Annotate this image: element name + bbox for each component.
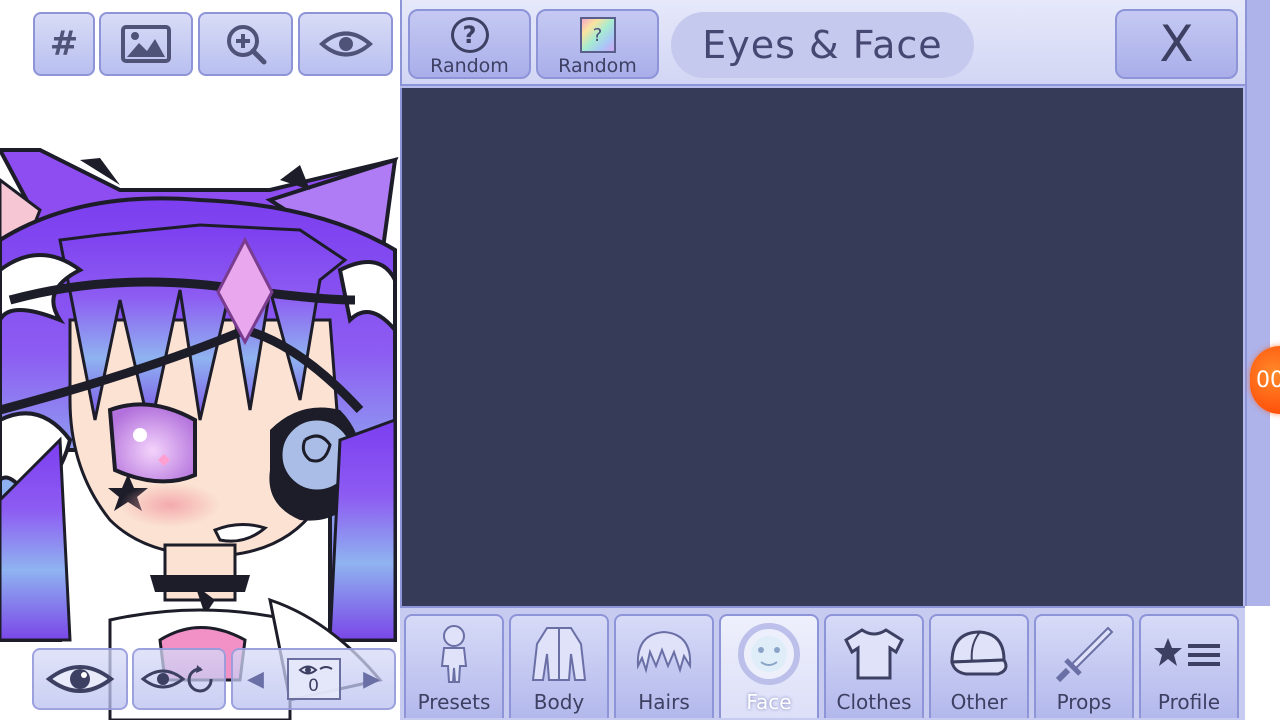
- random-label: Random: [430, 55, 509, 77]
- tab-label: Body: [533, 690, 585, 714]
- close-button[interactable]: X: [1115, 9, 1238, 79]
- star-list-icon: [1154, 622, 1224, 686]
- rainbow-question-icon: ?: [579, 17, 616, 53]
- face-icon: [734, 622, 804, 686]
- panel-title: Eyes & Face: [702, 23, 943, 67]
- category-tabbar: Presets Body Hairs Face Clothes Other Pr…: [400, 606, 1245, 720]
- image-icon: [121, 25, 171, 63]
- tab-body[interactable]: Body: [509, 614, 609, 718]
- eye-icon: [318, 31, 373, 57]
- close-icon: X: [1159, 15, 1194, 73]
- tab-face[interactable]: Face: [719, 614, 819, 718]
- options-area: [400, 88, 1243, 606]
- eye-reset-button[interactable]: [132, 648, 226, 710]
- presets-icon: [419, 622, 489, 686]
- question-circle-icon: ?: [450, 17, 489, 53]
- eye-wink-icon: [297, 665, 333, 675]
- zoom-button[interactable]: [198, 12, 293, 76]
- tab-label: Props: [1056, 690, 1112, 714]
- tab-other[interactable]: Other: [929, 614, 1029, 718]
- panel-header: ? Random ? Random Eyes & Face X: [400, 0, 1245, 86]
- layer-value-box: 0: [286, 658, 341, 700]
- body-icon: [524, 622, 594, 686]
- visibility-button[interactable]: [298, 12, 393, 76]
- editor-panel: ? Random ? Random Eyes & Face X Presets …: [400, 0, 1245, 720]
- hair-icon: [629, 622, 699, 686]
- eye-icon: [45, 665, 115, 693]
- character-preview: # ◀ 0 ▶: [0, 0, 400, 720]
- tab-profile[interactable]: Profile: [1139, 614, 1239, 718]
- shirt-icon: [839, 622, 909, 686]
- random-color-button[interactable]: ? Random: [536, 9, 659, 79]
- layer-value: 0: [308, 676, 319, 696]
- tab-presets[interactable]: Presets: [404, 614, 504, 718]
- tab-label: Profile: [1157, 690, 1221, 714]
- previous-arrow-icon[interactable]: ◀: [247, 667, 264, 692]
- random-label: Random: [558, 55, 637, 77]
- recorder-timer: 00: [1256, 367, 1280, 393]
- random-button[interactable]: ? Random: [408, 9, 531, 79]
- tab-label: Other: [950, 690, 1008, 714]
- tab-label: Clothes: [836, 690, 912, 714]
- layer-stepper[interactable]: ◀ 0 ▶: [231, 648, 396, 710]
- tab-clothes[interactable]: Clothes: [824, 614, 924, 718]
- scrollbar[interactable]: [1245, 0, 1270, 606]
- eye-reset-icon: [140, 665, 213, 693]
- gacha-app: # ◀ 0 ▶ ? Random ? Random Eyes & Face X …: [0, 0, 1280, 720]
- hash-icon: #: [49, 24, 79, 64]
- character-illustration: [0, 148, 399, 720]
- tab-hairs[interactable]: Hairs: [614, 614, 714, 718]
- title-pill: Eyes & Face: [671, 12, 974, 78]
- tab-label: Presets: [417, 690, 491, 714]
- next-arrow-icon[interactable]: ▶: [363, 667, 380, 692]
- zoom-in-icon: [226, 25, 266, 65]
- tab-props[interactable]: Props: [1034, 614, 1134, 718]
- tab-label: Hairs: [638, 690, 690, 714]
- sword-icon: [1049, 622, 1119, 686]
- toggle-eye-button[interactable]: [32, 648, 128, 710]
- background-button[interactable]: [99, 12, 193, 76]
- cap-icon: [944, 622, 1014, 686]
- hash-button[interactable]: #: [33, 12, 95, 76]
- tab-label: Face: [746, 690, 792, 714]
